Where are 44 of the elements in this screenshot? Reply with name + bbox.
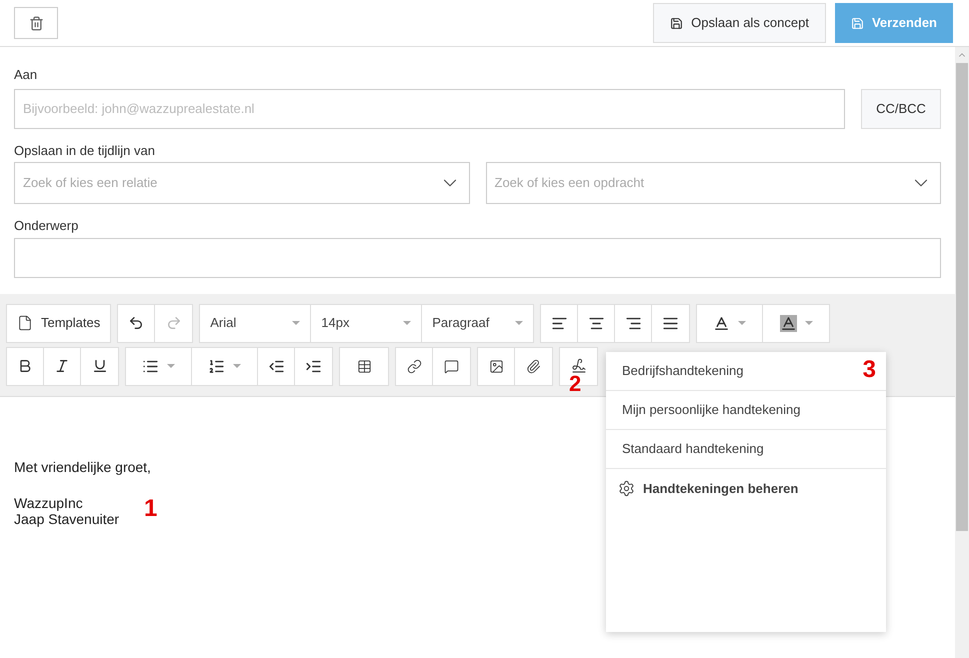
table-icon [356, 358, 372, 374]
caret-icon [233, 364, 241, 368]
delete-button[interactable] [14, 7, 58, 39]
caret-icon [738, 321, 746, 325]
menu-item[interactable]: Standaard handtekening [606, 430, 886, 469]
paperclip-icon [526, 358, 541, 374]
menu-item[interactable]: Mijn persoonlijke handtekening [606, 391, 886, 430]
to-field[interactable]: Bijvoorbeeld: john@wazzuprealestate.nl [14, 88, 845, 128]
select-placeholder: Zoek of kies een relatie [23, 174, 158, 192]
link-icon [406, 358, 422, 374]
to-label: Aan [14, 66, 38, 84]
numbered-list-icon [208, 358, 225, 374]
caret-icon [292, 321, 300, 325]
editor-text-line: Met vriendelijke groet, [14, 458, 151, 474]
cc-bcc-button[interactable]: CC/BCC [861, 88, 941, 128]
caret-icon [167, 364, 175, 368]
callout-number: 2 [569, 372, 582, 394]
highlight-color-icon [780, 314, 797, 332]
save-icon [850, 16, 864, 30]
italic-icon [54, 358, 70, 374]
callout-number: 3 [862, 358, 876, 382]
editor-text-line: WazzupInc [14, 494, 83, 510]
subject-label: Onderwerp [14, 217, 80, 235]
underline-icon [92, 358, 108, 374]
undo-icon [128, 315, 144, 331]
redo-icon [166, 315, 182, 331]
signature-icon [570, 358, 586, 374]
save-draft-button[interactable]: Opslaan als concept [653, 3, 826, 43]
file-icon [17, 315, 33, 331]
text-color-icon [713, 314, 730, 332]
image-icon [488, 358, 504, 374]
callout-number: 1 [144, 497, 158, 521]
save-icon [670, 16, 684, 30]
caret-icon [515, 321, 524, 325]
caret-icon [804, 321, 813, 325]
speech-bubble-icon [444, 358, 459, 374]
editor-text-line: Jaap Stavenuiter [14, 510, 120, 526]
trash-icon [28, 16, 44, 30]
manage-signatures-item[interactable]: Handtekeningen beheren [606, 469, 886, 508]
timeline-label: Opslaan in de tijdlijn van [14, 142, 156, 160]
select-placeholder: Zoek of kies een opdracht [494, 174, 644, 192]
caret-icon [403, 321, 412, 325]
subject-field[interactable] [14, 238, 941, 278]
settings-icon [618, 480, 635, 497]
